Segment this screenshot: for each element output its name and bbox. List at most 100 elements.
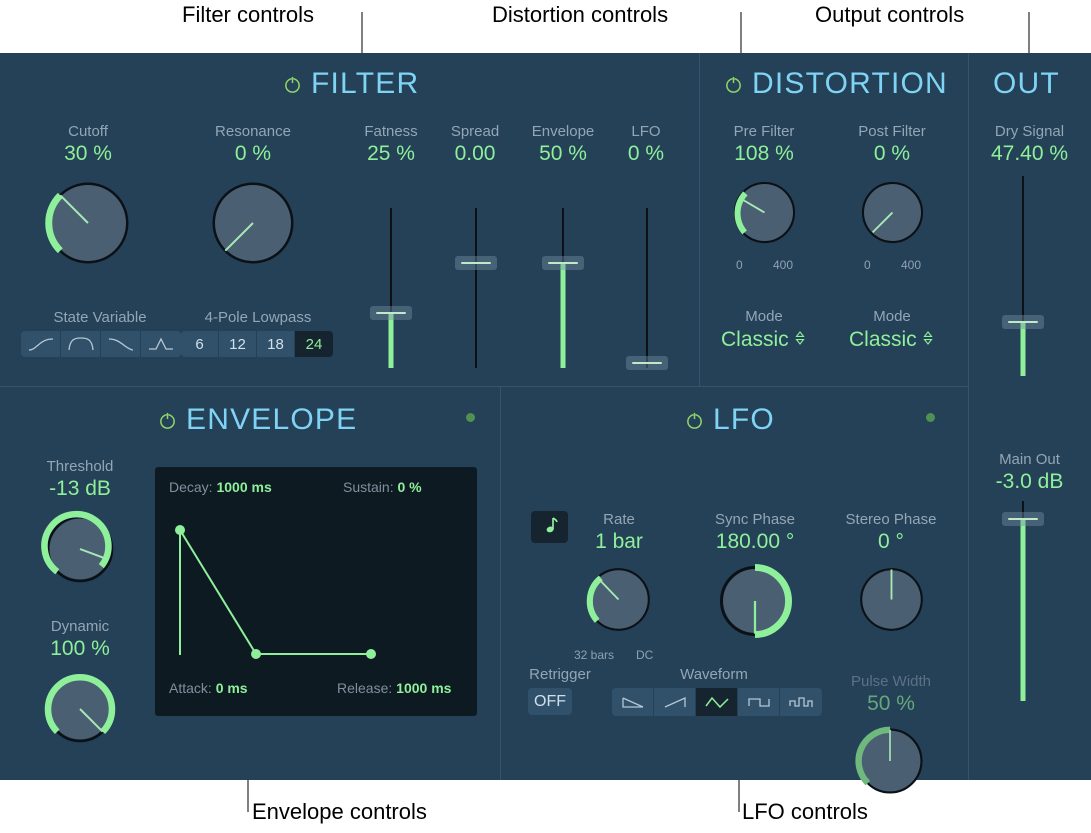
pre-filter-scale-min: 0	[736, 258, 743, 272]
pulse-width-value: 50 %	[867, 692, 915, 715]
slider-track	[646, 208, 648, 368]
resonance-knob[interactable]	[203, 173, 303, 273]
power-icon[interactable]	[283, 75, 302, 94]
release-label: Release: 1000 ms	[337, 680, 451, 696]
post-filter-scale-max: 400	[901, 258, 922, 272]
divider-filter-distortion	[699, 53, 700, 386]
rate-knob[interactable]	[580, 561, 657, 638]
sync-phase-value: 180.00 °	[715, 530, 795, 553]
saw-down-icon	[620, 695, 646, 710]
resonance-value: 0 %	[234, 142, 272, 165]
power-icon[interactable]	[685, 411, 704, 430]
cutoff-knob[interactable]	[38, 173, 138, 273]
retrigger-button[interactable]: OFF	[528, 688, 572, 715]
distortion-section-header: DISTORTION	[724, 67, 948, 101]
filter-slope-12[interactable]: 12	[219, 331, 257, 357]
power-icon[interactable]	[724, 75, 743, 94]
slider-fill	[388, 313, 394, 368]
pre-filter-value: 108 %	[734, 142, 794, 165]
dry-signal-label: Dry Signal	[994, 123, 1065, 140]
dynamic-knob[interactable]	[39, 668, 121, 750]
lfo-waveform-random[interactable]	[780, 688, 822, 716]
slider-handle[interactable]	[370, 306, 412, 320]
sync-phase-knob[interactable]	[712, 558, 798, 644]
pre-filter-label: Pre Filter	[733, 123, 795, 140]
chevron-updown-icon	[923, 328, 933, 352]
post-filter-value: 0 %	[873, 142, 911, 165]
annotation-output-controls: Output controls	[815, 2, 965, 27]
slider-fill	[1020, 519, 1026, 701]
lfo-waveform-saw-up[interactable]	[654, 688, 696, 716]
post-filter-label: Post Filter	[858, 123, 926, 140]
callout-line-filter	[361, 12, 363, 53]
lfo-waveform-saw-down[interactable]	[612, 688, 654, 716]
filter-envelope-slider[interactable]	[538, 208, 588, 368]
dynamic-label: Dynamic	[50, 618, 110, 635]
filter-section-header: FILTER	[283, 67, 419, 101]
divider-top-bottom	[0, 386, 968, 387]
pre-filter-knob[interactable]	[727, 175, 802, 250]
highpass-curve-icon	[107, 336, 135, 352]
slider-fill	[1020, 322, 1026, 376]
filter-shape-buttons[interactable]	[21, 331, 181, 357]
lfo-waveform-buttons[interactable]	[612, 688, 822, 716]
filter-slope-18[interactable]: 18	[257, 331, 295, 357]
pre-mode-select[interactable]: Classic	[721, 328, 805, 352]
release-label-text: Release:	[337, 680, 393, 696]
slider-handle[interactable]	[455, 256, 497, 270]
slider-fill	[560, 263, 566, 368]
filter-shape-lowpass[interactable]	[21, 331, 61, 357]
slider-handle[interactable]	[626, 356, 668, 370]
annotation-envelope-controls: Envelope controls	[252, 799, 427, 824]
attack-value: 0 ms	[215, 680, 248, 696]
attack-label: Attack: 0 ms	[169, 680, 248, 696]
filter-shape-highpass[interactable]	[101, 331, 141, 357]
stereo-phase-knob[interactable]	[853, 561, 930, 638]
filter-slope-buttons[interactable]: 6 12 18 24	[181, 331, 333, 357]
main-out-slider[interactable]	[998, 501, 1048, 701]
post-filter-knob[interactable]	[855, 175, 930, 250]
filter-lfo-slider[interactable]	[622, 208, 672, 370]
plugin-window: FILTER Cutoff 30 % Resonance 0 % Fatness…	[0, 53, 1091, 794]
envelope-title: ENVELOPE	[186, 403, 358, 436]
spread-slider[interactable]	[451, 208, 501, 368]
slider-handle[interactable]	[1002, 512, 1044, 526]
lfo-led	[926, 413, 935, 422]
release-value: 1000 ms	[396, 680, 452, 696]
slider-handle[interactable]	[1002, 315, 1044, 329]
post-filter-scale-min: 0	[864, 258, 871, 272]
filter-shape-bandpass[interactable]	[61, 331, 101, 357]
lfo-note-sync-button[interactable]	[531, 511, 568, 543]
dynamic-value: 100 %	[50, 637, 110, 660]
lfo-waveform-square[interactable]	[738, 688, 780, 716]
dry-signal-slider[interactable]	[998, 176, 1048, 376]
filter-slope-6[interactable]: 6	[181, 331, 219, 357]
peak-curve-icon	[147, 336, 175, 352]
filter-shape-peak[interactable]	[141, 331, 181, 357]
filter-mode-label: State Variable	[53, 309, 147, 326]
slider-handle[interactable]	[542, 256, 584, 270]
post-mode-value: Classic	[849, 328, 917, 351]
callout-line-distortion	[740, 12, 742, 53]
post-mode-label: Mode	[873, 308, 911, 325]
envelope-graph[interactable]: Decay: 1000 ms Sustain: 0 % Attack: 0 ms…	[155, 467, 477, 716]
bandpass-curve-icon	[67, 336, 95, 352]
cutoff-label: Cutoff	[68, 123, 108, 140]
pulse-width-knob[interactable]	[850, 721, 930, 801]
note-icon	[541, 516, 558, 539]
filter-envelope-label: Envelope	[531, 123, 595, 140]
pulse-width-label: Pulse Width	[850, 673, 932, 690]
filter-envelope-value: 50 %	[539, 142, 587, 165]
pre-mode-value: Classic	[721, 328, 789, 351]
annotation-lfo-controls: LFO controls	[742, 799, 868, 824]
lfo-section-header: LFO	[685, 403, 775, 437]
divider-envelope-lfo	[500, 386, 501, 780]
post-mode-select[interactable]: Classic	[849, 328, 933, 352]
threshold-knob[interactable]	[39, 508, 121, 590]
power-icon[interactable]	[158, 411, 177, 430]
filter-slope-24[interactable]: 24	[295, 331, 333, 357]
lfo-waveform-triangle[interactable]	[696, 688, 738, 716]
fatness-slider[interactable]	[366, 208, 416, 368]
rate-scale-min: 32 bars	[574, 648, 615, 662]
callout-line-output	[1028, 12, 1030, 53]
